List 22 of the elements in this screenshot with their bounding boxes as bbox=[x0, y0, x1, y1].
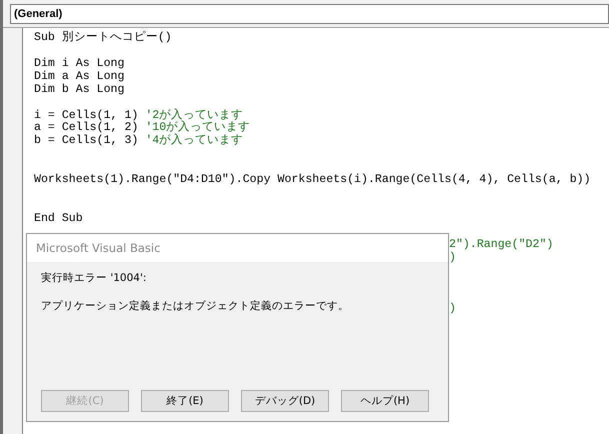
code-comment: '10が入っています bbox=[145, 122, 250, 134]
code-line: Dim a As Long bbox=[34, 70, 124, 84]
code-line: i = Cells(1, 1) bbox=[34, 110, 140, 122]
procedure-dropdown[interactable]: (General) bbox=[10, 4, 609, 24]
code-comment: '2が入っています bbox=[145, 110, 244, 122]
code-line: Dim b As Long bbox=[34, 84, 124, 97]
error-message: アプリケーション定義またはオブジェクト定義のエラーです。 bbox=[41, 299, 350, 313]
dialog-title: Microsoft Visual Basic bbox=[27, 234, 448, 262]
code-line: Worksheets(1).Range("D4:D10").Copy Worksheets(i).Range(Cells(4, 4), Cells(a, b)) bbox=[34, 174, 591, 188]
dialog-button[interactable]: デバッグ(D) bbox=[241, 390, 329, 412]
code-line: End Sub bbox=[34, 212, 83, 226]
code-comment: '4が入っています bbox=[145, 135, 244, 148]
dialog-button[interactable]: ヘルプ(H) bbox=[341, 390, 429, 412]
error-code-text: 実行時エラー '1004': bbox=[41, 271, 148, 285]
code-line: b = Cells(1, 3) bbox=[34, 135, 140, 148]
code-fragment: 2").Range("D2") bbox=[449, 238, 554, 252]
code-fragment: ) bbox=[449, 303, 456, 316]
code-fragment: ) bbox=[449, 252, 456, 265]
code-line: Dim i As Long bbox=[34, 58, 124, 70]
code-line: a = Cells(1, 2) bbox=[34, 122, 140, 134]
dialog-button[interactable]: 終了(E) bbox=[141, 390, 229, 412]
code-line: Sub 別シートへコピー() bbox=[34, 32, 172, 45]
